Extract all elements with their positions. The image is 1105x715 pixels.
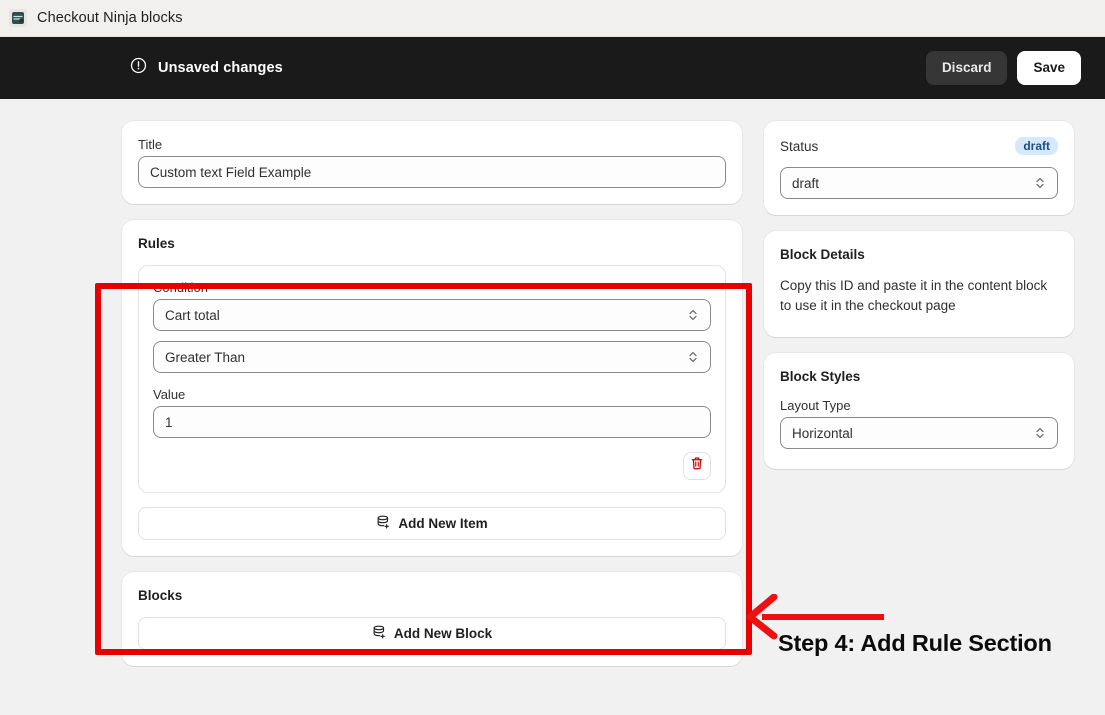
chevron-updown-icon	[687, 307, 699, 323]
block-details-description: Copy this ID and paste it in the content…	[780, 276, 1058, 315]
sidebar-column: Status draft draft Block Details Copy	[764, 121, 1074, 485]
add-new-item-button[interactable]: Add New Item	[138, 507, 726, 540]
status-card-header: Status draft	[780, 137, 1058, 155]
chevron-updown-icon	[1034, 425, 1046, 441]
status-badge: draft	[1015, 137, 1058, 155]
alert-circle-icon	[130, 57, 147, 79]
page-body: Title Custom text Field Example Rules Co…	[0, 99, 1105, 715]
checkout-ninja-favicon	[9, 9, 27, 27]
save-bar-actions: Discard Save	[926, 51, 1081, 85]
status-select[interactable]: draft	[780, 167, 1058, 199]
chevron-updown-icon	[687, 349, 699, 365]
blocks-card: Blocks Add New Block	[122, 572, 742, 666]
block-details-card: Block Details Copy this ID and paste it …	[764, 231, 1074, 337]
block-details-title: Block Details	[780, 247, 1058, 262]
status-select-value: draft	[792, 176, 819, 191]
page-layout: Title Custom text Field Example Rules Co…	[0, 121, 1105, 682]
status-label: Status	[780, 139, 818, 154]
add-new-block-label: Add New Block	[394, 626, 492, 641]
contextual-save-bar: Unsaved changes Discard Save	[0, 37, 1105, 99]
delete-rule-button[interactable]	[683, 452, 711, 480]
title-input[interactable]: Custom text Field Example	[138, 156, 726, 188]
blocks-card-title: Blocks	[138, 588, 726, 603]
value-field-label: Value	[153, 387, 711, 402]
app-title: Checkout Ninja blocks	[37, 10, 183, 26]
add-new-block-button[interactable]: Add New Block	[138, 617, 726, 650]
unsaved-changes-label: Unsaved changes	[158, 60, 283, 76]
status-card: Status draft draft	[764, 121, 1074, 215]
condition-select-value: Cart total	[165, 308, 220, 323]
database-plus-icon	[372, 625, 387, 643]
rules-card-title: Rules	[138, 236, 726, 251]
operator-select[interactable]: Greater Than	[153, 341, 711, 373]
value-input[interactable]: 1	[153, 406, 711, 438]
condition-field-label: Condition	[153, 280, 711, 295]
layout-type-value: Horizontal	[792, 426, 853, 441]
rule-item: Condition Cart total Greater Than	[138, 265, 726, 493]
layout-type-select[interactable]: Horizontal	[780, 417, 1058, 449]
unsaved-changes-group: Unsaved changes	[130, 57, 283, 79]
add-new-item-label: Add New Item	[398, 516, 487, 531]
rule-actions	[153, 452, 711, 480]
title-field-label: Title	[138, 137, 726, 152]
chevron-updown-icon	[1034, 175, 1046, 191]
database-plus-icon	[376, 515, 391, 533]
condition-select[interactable]: Cart total	[153, 299, 711, 331]
discard-button[interactable]: Discard	[926, 51, 1008, 85]
annotation-step-label: Step 4: Add Rule Section	[778, 630, 1052, 657]
title-card: Title Custom text Field Example	[122, 121, 742, 204]
app-title-bar: Checkout Ninja blocks	[0, 0, 1105, 37]
trash-icon	[690, 456, 704, 476]
operator-select-value: Greater Than	[165, 350, 245, 365]
rules-card: Rules Condition Cart total	[122, 220, 742, 556]
block-styles-card: Block Styles Layout Type Horizontal	[764, 353, 1074, 469]
save-button[interactable]: Save	[1017, 51, 1081, 85]
main-column: Title Custom text Field Example Rules Co…	[122, 121, 742, 682]
layout-type-label: Layout Type	[780, 398, 1058, 413]
block-styles-title: Block Styles	[780, 369, 1058, 384]
